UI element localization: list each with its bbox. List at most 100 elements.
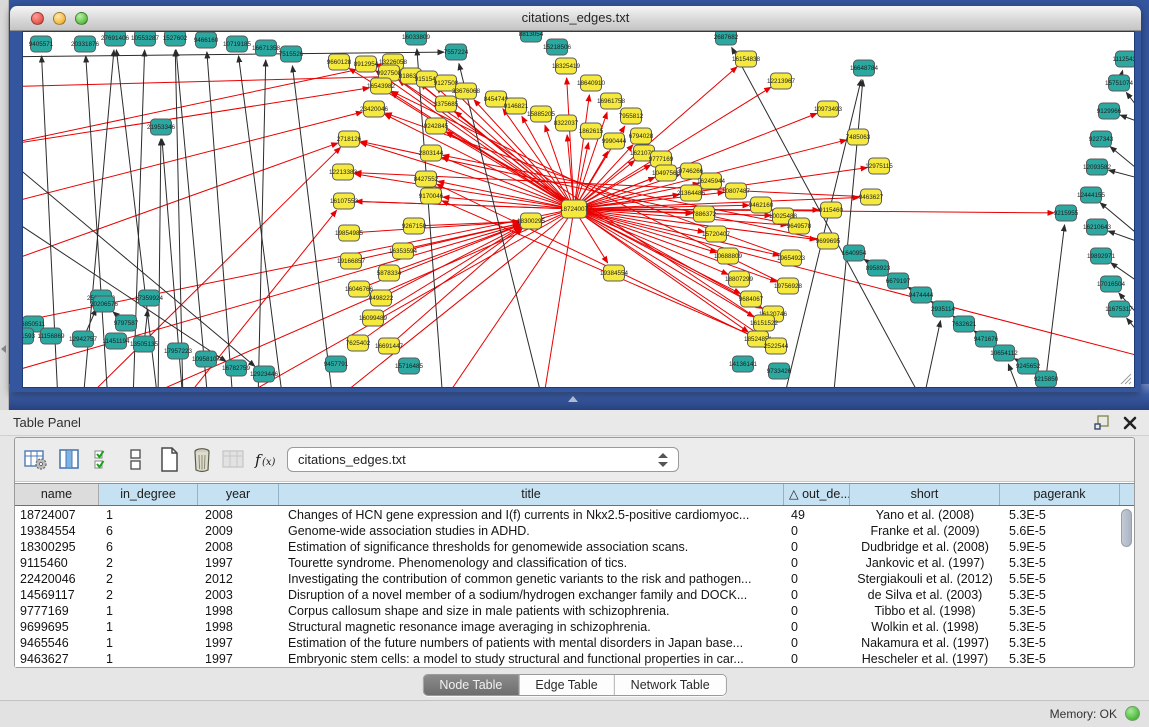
- panel-resize-arrow-icon[interactable]: [1, 345, 6, 353]
- table-cell[interactable]: 0: [784, 619, 850, 635]
- graph-node[interactable]: 18724007: [560, 200, 589, 218]
- graph-node[interactable]: 18640910: [577, 75, 606, 91]
- table-cell[interactable]: Structural magnetic resonance image aver…: [279, 619, 784, 635]
- graph-node[interactable]: 16154838: [732, 51, 761, 67]
- graph-node[interactable]: 9462160: [749, 197, 774, 213]
- graph-node[interactable]: 9684067: [739, 291, 764, 307]
- table-cell[interactable]: 0: [784, 651, 850, 667]
- table-cell[interactable]: 2008: [198, 539, 279, 555]
- graph-edge[interactable]: [1127, 318, 1135, 362]
- graph-node[interactable]: 21364486: [677, 185, 706, 201]
- graph-node[interactable]: 9463627: [859, 189, 884, 205]
- table-cell[interactable]: 2008: [198, 507, 279, 523]
- column-header[interactable]: short: [850, 484, 1000, 505]
- table-cell[interactable]: 0: [784, 635, 850, 651]
- graph-edge[interactable]: [239, 56, 283, 388]
- table-cell[interactable]: Disruption of a novel member of a sodium…: [279, 587, 784, 603]
- table-cell[interactable]: 2012: [198, 571, 279, 587]
- graph-node[interactable]: 9170046: [419, 188, 444, 204]
- graph-node[interactable]: 16210643: [1083, 219, 1112, 235]
- graph-node[interactable]: 8912954: [354, 56, 379, 72]
- graph-edge[interactable]: [1120, 115, 1135, 127]
- table-cell[interactable]: 2: [99, 571, 198, 587]
- graph-node[interactable]: 11675317: [1105, 301, 1133, 317]
- table-cell[interactable]: 18300295: [15, 539, 99, 555]
- table-row[interactable]: 1872400712008Changes of HCN gene express…: [15, 507, 1120, 523]
- graph-edge[interactable]: [176, 50, 208, 388]
- table-cell[interactable]: 1997: [198, 555, 279, 571]
- graph-node[interactable]: 3375685: [434, 96, 459, 112]
- graph-node[interactable]: 12942757: [69, 331, 98, 347]
- graph-node[interactable]: 9115460: [819, 202, 844, 218]
- table-cell[interactable]: 2: [99, 587, 198, 603]
- table-cell[interactable]: 14569117: [15, 587, 99, 603]
- table-cell[interactable]: Dudbridge et al. (2008): [850, 539, 1000, 555]
- graph-edge[interactable]: [23, 76, 399, 87]
- graph-node[interactable]: 17359924: [135, 290, 164, 306]
- graph-node[interactable]: 10688809: [714, 248, 743, 264]
- graph-node[interactable]: 13505135: [130, 336, 159, 352]
- graph-node[interactable]: 19654923: [777, 250, 806, 266]
- graph-node[interactable]: 9267150: [402, 218, 427, 234]
- table-cell[interactable]: Stergiakouli et al. (2012): [850, 571, 1000, 587]
- graph-node[interactable]: 12923446: [250, 366, 279, 382]
- table-cell[interactable]: Estimation of the future numbers of pati…: [279, 635, 784, 651]
- table-cell[interactable]: 2009: [198, 523, 279, 539]
- graph-edge[interactable]: [258, 60, 266, 388]
- graph-edge[interactable]: [23, 112, 362, 207]
- graph-edge[interactable]: [292, 66, 333, 388]
- graph-edge[interactable]: [1126, 92, 1135, 127]
- table-cell[interactable]: 5.3E-5: [1000, 603, 1120, 619]
- graph-edge[interactable]: [23, 64, 381, 147]
- graph-node[interactable]: 15885205: [527, 106, 556, 122]
- table-row[interactable]: 1456911722003Disruption of a novel membe…: [15, 587, 1120, 603]
- graph-node[interactable]: 7625402: [346, 335, 371, 351]
- tab-node-table[interactable]: Node Table: [423, 675, 519, 695]
- graph-node[interactable]: 15751074: [1105, 75, 1134, 91]
- graph-node[interactable]: 9215850: [1034, 371, 1059, 387]
- graph-node[interactable]: 9242845: [424, 118, 449, 134]
- tab-edge-table[interactable]: Edge Table: [519, 675, 614, 695]
- graph-node[interactable]: 19756928: [774, 278, 803, 294]
- graph-edge[interactable]: [23, 52, 444, 57]
- table-cell[interactable]: 0: [784, 571, 850, 587]
- column-header[interactable]: pagerank: [1000, 484, 1120, 505]
- graph-node[interactable]: 10497568: [652, 165, 681, 181]
- graph-edge[interactable]: [923, 321, 940, 388]
- table-row[interactable]: 946554611997Estimation of the future num…: [15, 635, 1120, 651]
- graph-node[interactable]: 10807487: [722, 183, 751, 199]
- graph-node[interactable]: 8813054: [519, 32, 544, 42]
- table-cell[interactable]: Investigating the contribution of common…: [279, 571, 784, 587]
- table-cell[interactable]: 1: [99, 507, 198, 523]
- table-cell[interactable]: 5.3E-5: [1000, 635, 1120, 651]
- graph-edge[interactable]: [1109, 170, 1135, 182]
- graph-node[interactable]: 18300295: [517, 213, 546, 229]
- graph-node[interactable]: 9466160: [194, 32, 219, 48]
- table-cell[interactable]: 9115460: [15, 555, 99, 571]
- graph-node[interactable]: 2935114: [931, 301, 956, 317]
- table-cell[interactable]: 5.3E-5: [1000, 619, 1120, 635]
- network-graph[interactable]: 9660128891295413226058992750816543982234…: [23, 32, 1135, 388]
- table-cell[interactable]: 1998: [198, 619, 279, 635]
- graph-node[interactable]: 11451194: [102, 333, 130, 349]
- graph-node[interactable]: 14136141: [729, 356, 758, 372]
- graph-node[interactable]: 10973493: [814, 101, 843, 117]
- table-cell[interactable]: de Silva et al. (2003): [850, 587, 1000, 603]
- table-row[interactable]: 946362711997Embryonic stem cells: a mode…: [15, 651, 1120, 667]
- graph-node[interactable]: 15218506: [543, 39, 572, 55]
- graph-edge[interactable]: [1108, 231, 1135, 247]
- graph-node[interactable]: 9990444: [602, 133, 627, 149]
- graph-node[interactable]: 3911593: [23, 328, 36, 344]
- graph-node[interactable]: 9733426: [767, 363, 792, 379]
- graph-node[interactable]: 1527602: [163, 32, 188, 46]
- table-cell[interactable]: 5.9E-5: [1000, 539, 1120, 555]
- graph-node[interactable]: 10958107: [192, 351, 221, 367]
- graph-node[interactable]: 23676068: [452, 83, 481, 99]
- graph-node[interactable]: 9471676: [974, 331, 999, 347]
- function-builder-icon[interactable]: f(x): [253, 447, 279, 473]
- table-cell[interactable]: 0: [784, 603, 850, 619]
- graph-node[interactable]: 16033809: [402, 32, 431, 45]
- table-selector-dropdown[interactable]: citations_edges.txt: [287, 447, 679, 472]
- table-cell[interactable]: 1997: [198, 635, 279, 651]
- table-cell[interactable]: 2: [99, 555, 198, 571]
